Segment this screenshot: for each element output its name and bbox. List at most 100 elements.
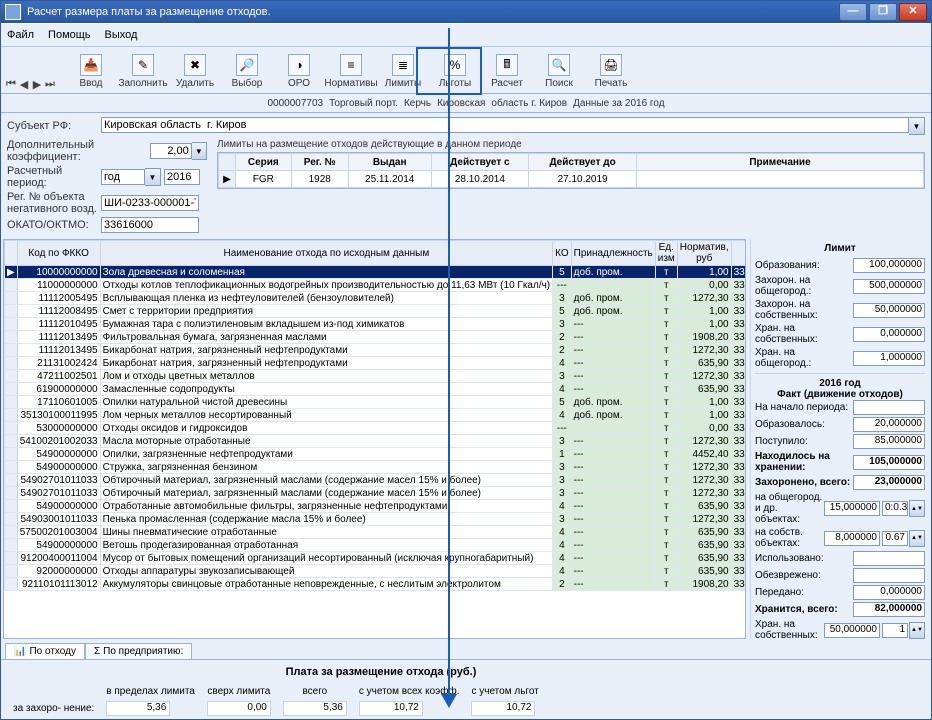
- tab-by-waste[interactable]: 📊 По отходу: [5, 643, 85, 659]
- side-fact-title: Факт (движение отходов): [755, 389, 925, 400]
- table-row[interactable]: 57500201003004Шины пневматические отрабо…: [5, 526, 747, 539]
- table-row[interactable]: 54900000000Опилки, загрязненные нефтепро…: [5, 448, 747, 461]
- subject-input[interactable]: [101, 117, 909, 133]
- chevron-down-icon[interactable]: ▼: [145, 168, 161, 186]
- col-okato[interactable]: ОКАТО/ОКТМО: [731, 241, 746, 266]
- filters-panel: Субъект РФ: ▼ Дополнительный коэффициент…: [1, 113, 931, 237]
- col-series: Серия: [236, 154, 292, 171]
- table-row[interactable]: 54100201002033Масла моторные отработанны…: [5, 435, 747, 448]
- table-row[interactable]: 92000000000Отходы аппаратуры звукозаписы…: [5, 565, 747, 578]
- col-pr[interactable]: Принадлежность: [571, 241, 655, 266]
- table-row[interactable]: 54903001011033Пенька промасленная (содер…: [5, 513, 747, 526]
- spinner-icon[interactable]: ▲▼: [909, 530, 925, 547]
- toolbar-лимиты-button[interactable]: ≣Лимиты: [377, 52, 429, 91]
- col-regnum: Рег. №: [291, 154, 348, 171]
- limit-obr[interactable]: 100,000000: [853, 258, 925, 273]
- menu-help[interactable]: Помощь: [48, 29, 91, 41]
- table-row[interactable]: 91200400011004Мусор от бытовых помещений…: [5, 552, 747, 565]
- window-title: Расчет размера платы за размещение отход…: [27, 6, 837, 18]
- limit-hr-g[interactable]: 0,000000: [853, 327, 925, 342]
- col-name[interactable]: Наименование отхода по исходным данным: [100, 241, 553, 266]
- limit-hr-s[interactable]: 1,000000: [853, 351, 925, 366]
- col-ko[interactable]: КО: [553, 241, 572, 266]
- tab-by-enterprise[interactable]: Σ По предприятию:: [85, 643, 192, 659]
- coef-label: Дополнительный коэффициент:: [7, 139, 150, 163]
- chevron-down-icon[interactable]: ▼: [909, 117, 925, 135]
- toolbar-icon: ✎: [132, 54, 154, 76]
- menu-file[interactable]: Файл: [7, 29, 34, 41]
- table-row[interactable]: 17110601005Опилки натуральной чистой дре…: [5, 396, 747, 409]
- toolbar-печать-button[interactable]: 🖨Печать: [585, 52, 637, 91]
- limits-table[interactable]: Серия Рег. № Выдан Действует с Действует…: [217, 152, 925, 189]
- f-isp[interactable]: [853, 551, 925, 566]
- toolbar-оро-button[interactable]: ◑ОРО: [273, 52, 325, 91]
- toolbar-ввод-button[interactable]: 📥Ввод: [65, 52, 117, 91]
- subject-combo[interactable]: ▼: [101, 117, 925, 135]
- close-button[interactable]: ✕: [899, 3, 927, 21]
- coef-input[interactable]: [150, 143, 192, 159]
- table-row[interactable]: 92110101113012Аккумуляторы свинцовые отр…: [5, 578, 747, 591]
- toolbar-расчет-button[interactable]: 🖩Расчет: [481, 52, 533, 91]
- limit-zah-s[interactable]: 50,000000: [853, 303, 925, 318]
- table-row[interactable]: 11112008495Смет с территории предприятия…: [5, 305, 747, 318]
- f-per[interactable]: 0,000000: [853, 585, 925, 600]
- toolbar-icon: 🖩: [496, 54, 518, 76]
- nav-next-icon[interactable]: ▶: [31, 78, 43, 91]
- limit-zah-g[interactable]: 500,000000: [853, 279, 925, 294]
- menu-exit[interactable]: Выход: [105, 29, 138, 41]
- org-region: Кировская: [437, 98, 485, 109]
- waste-grid[interactable]: Код по ФККО Наименование отхода по исход…: [3, 239, 746, 639]
- table-row[interactable]: 61900000000Замасленные содопродукты4---т…: [5, 383, 747, 396]
- toolbar-icon: 🔎: [236, 54, 258, 76]
- f-obr[interactable]: 20,000000: [853, 417, 925, 432]
- toolbar-нормативы-button[interactable]: ≡Нормативы: [325, 52, 377, 91]
- table-row[interactable]: 11112005495Всплывающая пленка из нефтеул…: [5, 292, 747, 305]
- table-row[interactable]: 11112013495Бикарбонат натрия, загрязненн…: [5, 344, 747, 357]
- f-hrs[interactable]: 50,000000: [824, 623, 880, 638]
- maximize-button[interactable]: ❐: [869, 3, 897, 21]
- menubar: Файл Помощь Выход: [1, 23, 931, 47]
- reg-input[interactable]: [101, 195, 199, 211]
- table-row[interactable]: ▶10000000000Зола древесная и соломенная5…: [5, 266, 747, 279]
- f-obz[interactable]: [853, 568, 925, 583]
- toolbar-заполнить-button[interactable]: ✎Заполнить: [117, 52, 169, 91]
- okato-input[interactable]: [101, 217, 199, 233]
- table-row[interactable]: 54900000000Ветошь продегазированная отра…: [5, 539, 747, 552]
- chevron-down-icon[interactable]: ▼: [192, 142, 207, 160]
- toolbar-льготы-button[interactable]: %Льготы: [429, 52, 481, 91]
- col-fkko[interactable]: Код по ФККО: [17, 241, 100, 266]
- col-ed[interactable]: Ед. изм: [655, 241, 677, 266]
- nav-last-icon[interactable]: ⏭: [44, 78, 56, 91]
- okato-label: ОКАТО/ОКТМО:: [7, 219, 101, 231]
- col-norm[interactable]: Норматив, руб: [677, 241, 731, 266]
- f-obsh[interactable]: 15,000000: [824, 501, 880, 516]
- table-row[interactable]: 11112013495Фильтровальная бумага, загряз…: [5, 331, 747, 344]
- period-type-input[interactable]: [101, 169, 145, 185]
- side-year: 2016 год: [755, 378, 925, 389]
- table-row[interactable]: 35130100011995Лом черных металлов несорт…: [5, 409, 747, 422]
- table-row[interactable]: 53000000000Отходы оксидов и гидроксидов-…: [5, 422, 747, 435]
- table-row[interactable]: 47211002501Лом и отходы цветных металлов…: [5, 370, 747, 383]
- limit-row[interactable]: ▶ FGR 1928 25.11.2014 28.10.2014 27.10.2…: [219, 171, 924, 188]
- spinner-icon[interactable]: ▲▼: [909, 500, 925, 517]
- f-start[interactable]: [853, 400, 925, 415]
- table-row[interactable]: 54900000000Отработанные автомобильные фи…: [5, 500, 747, 513]
- col-issued: Выдан: [348, 154, 431, 171]
- toolbar-поиск-button[interactable]: 🔍Поиск: [533, 52, 585, 91]
- toolbar-выбор-button[interactable]: 🔎Выбор: [221, 52, 273, 91]
- nav-prev-icon[interactable]: ◀: [18, 78, 30, 91]
- table-row[interactable]: 54902701011033Обтирочный материал, загря…: [5, 487, 747, 500]
- table-row[interactable]: 21131002424Бикарбонат натрия, загрязненн…: [5, 357, 747, 370]
- table-row[interactable]: 11112010495Бумажная тара с полиэтиленовы…: [5, 318, 747, 331]
- period-year-input[interactable]: [164, 169, 200, 185]
- toolbar-удалить-button[interactable]: ✖Удалить: [169, 52, 221, 91]
- nav-first-icon[interactable]: ⏮: [5, 78, 17, 91]
- spinner-icon[interactable]: ▲▼: [909, 622, 925, 639]
- table-row[interactable]: 11000000000Отходы котлов теплофикационны…: [5, 279, 747, 292]
- table-row[interactable]: 54900000000Стружка, загрязненная бензино…: [5, 461, 747, 474]
- f-sobs[interactable]: 8,000000: [824, 531, 880, 546]
- minimize-button[interactable]: —: [839, 3, 867, 21]
- table-row[interactable]: 54902701011033Обтирочный материал, загря…: [5, 474, 747, 487]
- tabs: 📊 По отходу Σ По предприятию:: [1, 639, 931, 660]
- f-post[interactable]: 85,000000: [853, 434, 925, 449]
